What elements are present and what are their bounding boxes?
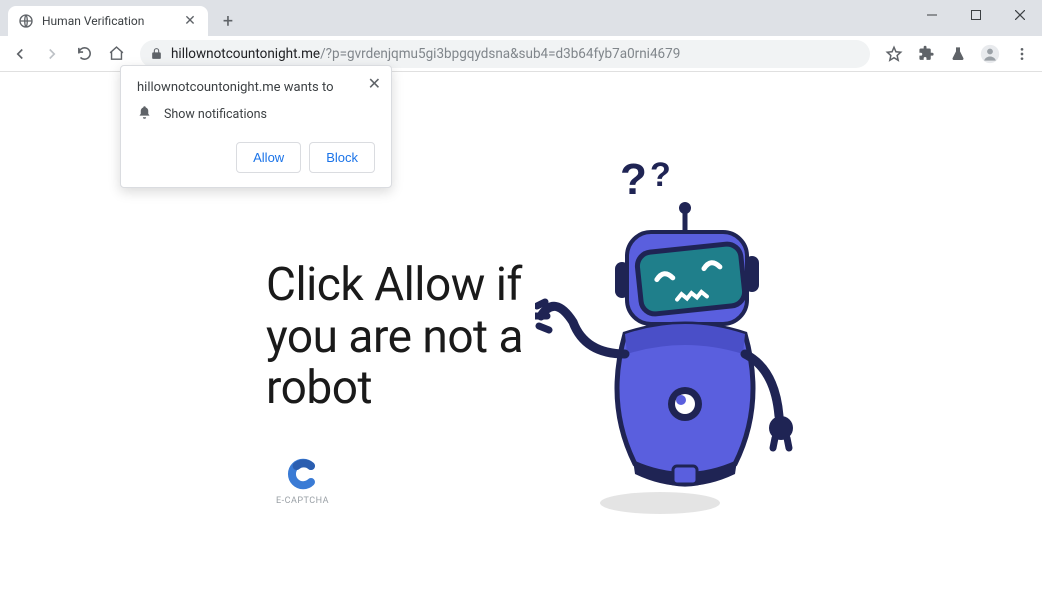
svg-text:?: ? [650, 156, 671, 194]
captcha-icon [287, 458, 319, 490]
close-window-button[interactable] [998, 0, 1042, 30]
new-tab-button[interactable]: + [214, 7, 242, 35]
globe-icon [18, 13, 34, 29]
permission-title: hillownotcountonight.me wants to [137, 80, 375, 95]
back-button[interactable] [6, 40, 34, 68]
browser-tab[interactable]: Human Verification ✕ [8, 6, 208, 36]
url-host: hillownotcountonight.me [171, 46, 320, 62]
permission-item: Show notifications [164, 107, 267, 122]
star-icon[interactable] [880, 40, 908, 68]
close-icon[interactable]: ✕ [368, 74, 381, 93]
svg-text:?: ? [620, 155, 647, 204]
bell-icon [137, 105, 152, 124]
address-bar[interactable]: hillownotcountonight.me/?p=gvrdenjqmu5gi… [140, 40, 870, 68]
tab-title: Human Verification [42, 14, 182, 28]
extensions-icon[interactable] [912, 40, 940, 68]
robot-image: ? ? [535, 154, 795, 524]
block-button[interactable]: Block [309, 142, 375, 173]
titlebar: Human Verification ✕ + [0, 0, 1042, 36]
labs-icon[interactable] [944, 40, 972, 68]
main-heading: Click Allow if you are not a robot [266, 260, 526, 415]
allow-button[interactable]: Allow [236, 142, 301, 173]
captcha-badge: E-CAPTCHA [276, 458, 329, 506]
lock-icon [150, 47, 163, 60]
close-tab-icon[interactable]: ✕ [182, 13, 198, 29]
home-button[interactable] [102, 40, 130, 68]
profile-icon[interactable] [976, 40, 1004, 68]
permission-popup: ✕ hillownotcountonight.me wants to Show … [120, 65, 392, 188]
forward-button[interactable] [38, 40, 66, 68]
maximize-button[interactable] [954, 0, 998, 30]
minimize-button[interactable] [910, 0, 954, 30]
window-controls [910, 0, 1042, 30]
url-path: /?p=gvrdenjqmu5gi3bpgqydsna&sub4=d3b64fy… [320, 46, 680, 62]
menu-icon[interactable] [1008, 40, 1036, 68]
captcha-label: E-CAPTCHA [276, 496, 329, 506]
reload-button[interactable] [70, 40, 98, 68]
